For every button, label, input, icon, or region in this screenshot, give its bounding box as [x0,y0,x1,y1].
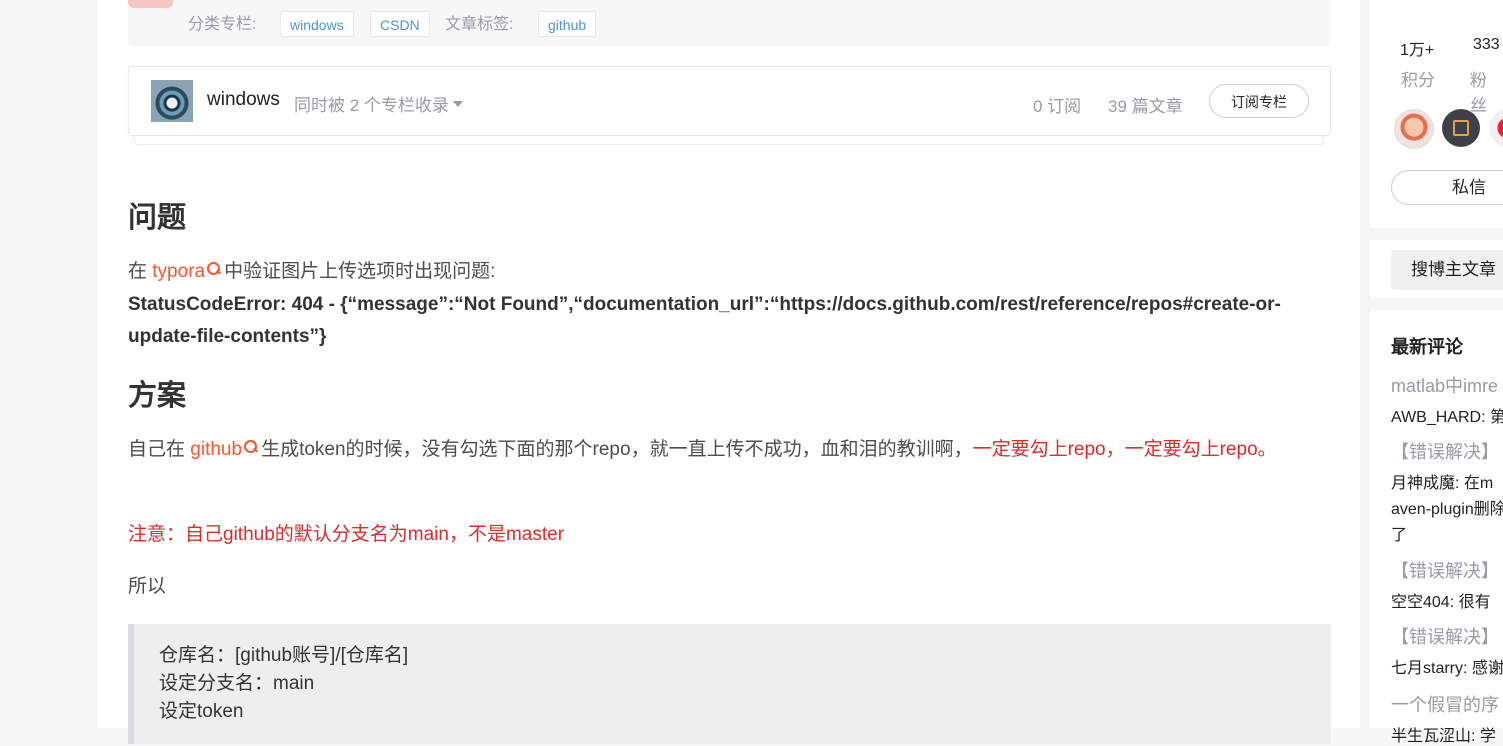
monkey-badge-icon[interactable] [1394,109,1434,149]
article-type-badge [128,0,173,8]
solution-prefix: 自己在 [128,439,191,460]
code-line: 仓库名：[github账号]/[仓库名] [159,645,409,666]
comment-article-title[interactable]: 【错误解决】 [1391,438,1499,464]
code-line: 设定token [159,701,244,722]
comment-article-title[interactable]: 【错误解决】 [1391,557,1499,583]
caret-down-icon [452,100,463,107]
search-icon [243,438,258,456]
category-tag-csdn[interactable]: CSDN [370,11,430,37]
column-thumbnail[interactable] [151,80,193,122]
blog-expert-badge-icon[interactable] [1442,109,1480,147]
search-icon [206,260,221,278]
solution-paragraph: 自己在 github 生成token的时候，没有勾选下面的那个repo，就一直上传… [128,434,1323,466]
column-article-count: 39 篇文章 [1108,97,1183,116]
comment-article-title[interactable]: 【错误解决】 [1391,623,1499,649]
column-card: windows 同时被 2 个专栏收录 0 订阅 39 篇文章 订阅专栏 [128,66,1331,136]
subscribe-column-button[interactable]: 订阅专栏 [1209,84,1309,118]
column-card-stack [134,136,1324,145]
problem-suffix: 中验证图片上传选项时出现问题: [224,261,496,282]
solution-emphasis: 一定要勾上repo，一定要勾上repo。 [972,439,1277,460]
comment-body: AWB_HARD: 第 [1391,409,1503,426]
code-line: 设定分支名：main [159,673,315,694]
typora-link-text: typora [152,261,206,282]
stat-points-value: 1万+ [1400,42,1435,59]
private-message-button[interactable]: 私信 [1391,170,1503,205]
problem-prefix: 在 [128,261,153,282]
comment-body-continued: 了 [1391,527,1408,544]
heading-solution: 方案 [128,380,187,412]
typora-link[interactable]: typora [152,261,224,282]
error-message: StatusCodeError: 404 - {“message”:“Not F… [128,294,1281,347]
problem-paragraph: 在 typora 中验证图片上传选项时出现问题: [128,256,1323,288]
comment-body: 七月starry: 感谢 [1391,660,1503,677]
comment-article-title[interactable]: matlab中imre [1391,372,1498,398]
so-paragraph: 所以 [128,576,167,597]
heading-problem: 问题 [128,202,187,234]
category-label: 分类专栏: [188,16,257,33]
comment-body-continued: aven-plugin删除 [1391,501,1503,518]
comment-body: 月神成魔: 在m [1391,475,1494,492]
comment-body: 空空404: 很有 [1391,594,1491,611]
code-block: 仓库名：[github账号]/[仓库名] 设定分支名：main 设定token [128,624,1331,744]
note-paragraph: 注意：自己github的默认分支名为main，不是master [128,524,565,545]
badge-frame-shape [1453,120,1469,136]
stat-fans-label: 粉丝 [1470,71,1487,115]
category-tag-windows[interactable]: windows [280,11,354,37]
recent-comments-title: 最新评论 [1391,337,1463,357]
comment-body: 半生瓦涩山: 学 [1391,728,1496,745]
article-tag-github[interactable]: github [538,11,597,37]
stat-fans-value: 333 [1473,36,1500,53]
column-included-dropdown[interactable]: 同时被 2 个专栏收录 [294,91,463,116]
column-name[interactable]: windows [207,89,280,111]
column-included-text: 同时被 2 个专栏收录 [294,96,449,115]
search-author-articles-button[interactable]: 搜博主文章 [1391,250,1503,290]
article-tag-label: 文章标签: [445,16,514,33]
github-link[interactable]: github [190,439,261,460]
solution-middle: 生成token的时候，没有勾选下面的那个repo，就一直上传不成功，血和泪的教训… [261,439,973,460]
stat-points-label: 积分 [1401,71,1435,90]
comment-article-title[interactable]: 一个假冒的序 [1391,691,1499,717]
github-link-text: github [190,439,243,460]
column-subscriptions: 0 订阅 [1033,97,1082,116]
